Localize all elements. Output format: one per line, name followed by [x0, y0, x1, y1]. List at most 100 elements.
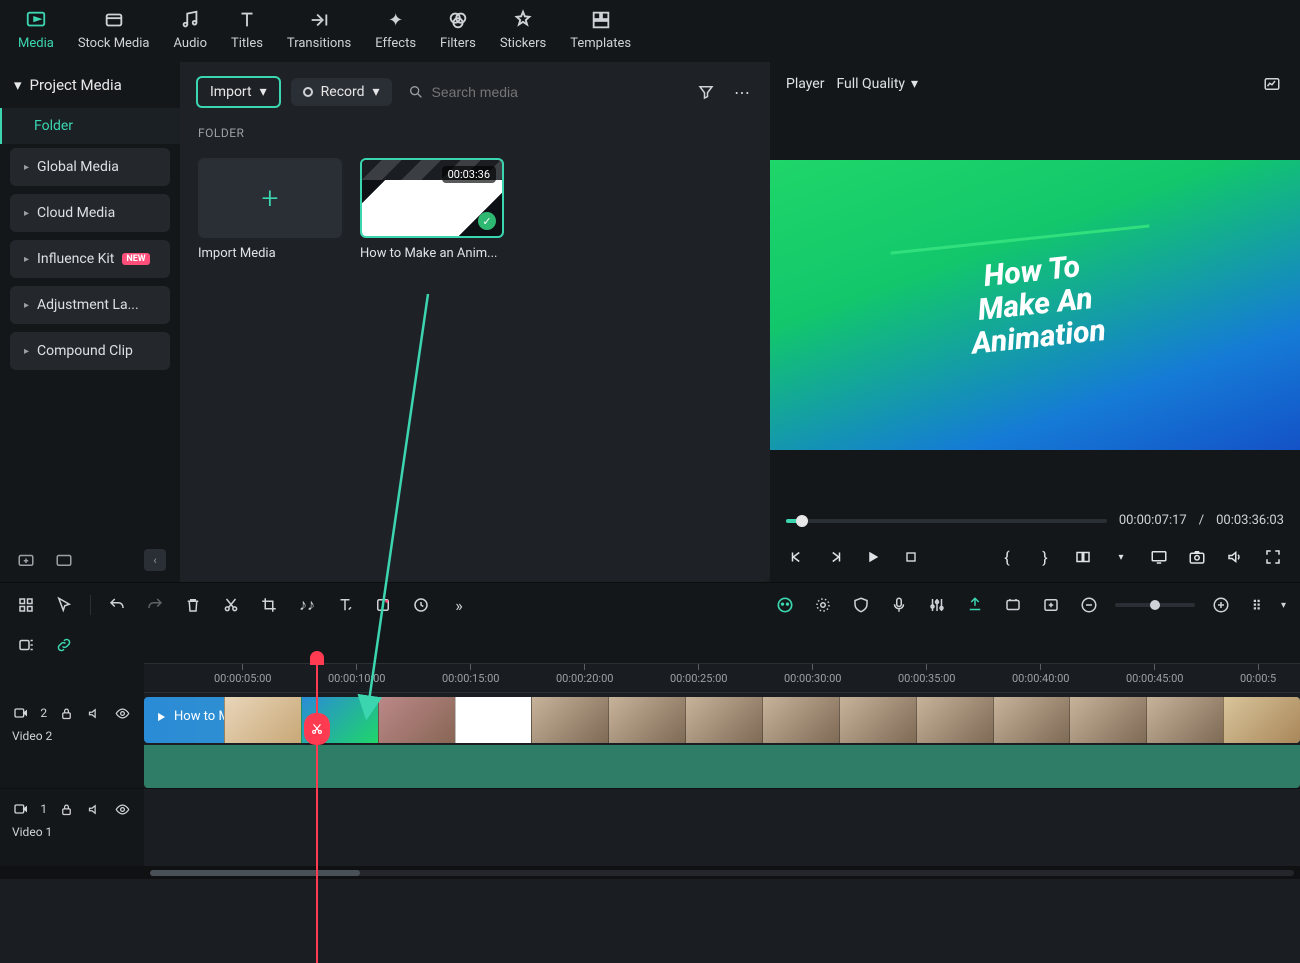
snapshot-icon[interactable]: [1186, 546, 1208, 568]
sidebar-header[interactable]: ▾ Project Media: [0, 62, 180, 108]
display-icon[interactable]: [1148, 546, 1170, 568]
progress-thumb[interactable]: [796, 515, 808, 527]
tab-effects[interactable]: ✦ Effects: [375, 6, 416, 51]
histogram-icon[interactable]: [1260, 72, 1284, 96]
shield-icon[interactable]: [849, 593, 873, 617]
prev-frame-button[interactable]: [786, 546, 808, 568]
mixer-icon[interactable]: [925, 593, 949, 617]
cut-icon[interactable]: [219, 593, 243, 617]
redo-icon[interactable]: [143, 593, 167, 617]
sidebar-item-compound-clip[interactable]: ▸Compound Clip: [10, 332, 170, 370]
video-track-icon[interactable]: [12, 701, 30, 725]
playhead-cut-button[interactable]: [304, 713, 330, 745]
mark-in-button[interactable]: {: [996, 546, 1018, 568]
ai-icon[interactable]: [773, 593, 797, 617]
tab-label: Stickers: [500, 36, 546, 51]
top-tabs: Media Stock Media Audio Titles Transitio…: [0, 0, 1300, 62]
mute-icon[interactable]: [85, 797, 103, 821]
fullscreen-icon[interactable]: [1262, 546, 1284, 568]
new-folder-icon[interactable]: [14, 548, 38, 572]
grid-icon[interactable]: [14, 593, 38, 617]
lock-icon[interactable]: [57, 701, 75, 725]
tab-titles[interactable]: Titles: [231, 6, 263, 51]
eye-icon[interactable]: [114, 701, 132, 725]
search-wrap: [408, 84, 592, 100]
zoom-in-icon[interactable]: [1209, 593, 1233, 617]
tab-media[interactable]: Media: [18, 6, 54, 51]
templates-icon: [587, 6, 615, 34]
player-progress: 00:00:07:17 / 00:03:36:03: [770, 503, 1300, 538]
keyframe-icon[interactable]: [371, 593, 395, 617]
track-height-icon[interactable]: [1247, 593, 1271, 617]
tab-stock-media[interactable]: Stock Media: [78, 6, 150, 51]
sidebar-item-cloud-media[interactable]: ▸Cloud Media: [10, 194, 170, 232]
link-icon[interactable]: [52, 633, 76, 657]
layout-icon[interactable]: [1072, 546, 1094, 568]
tab-templates[interactable]: Templates: [570, 6, 631, 51]
tab-stickers[interactable]: Stickers: [500, 6, 546, 51]
next-frame-button[interactable]: [824, 546, 846, 568]
marker-icon[interactable]: [963, 593, 987, 617]
stock-icon: [100, 6, 128, 34]
record-button[interactable]: Record▾: [291, 78, 392, 106]
sidebar-item-influence-kit[interactable]: ▸Influence KitNEW: [10, 240, 170, 278]
playhead-knob[interactable]: [310, 651, 324, 665]
import-media-label: Import Media: [198, 246, 342, 261]
track-gutter: 2 Video 2: [0, 693, 144, 788]
timeline-toolbar: ♪♪ » ▾: [0, 582, 1300, 627]
tab-filters[interactable]: Filters: [440, 6, 476, 51]
sidebar-folder-active[interactable]: Folder: [0, 108, 180, 144]
quality-dropdown[interactable]: Full Quality▾: [836, 76, 918, 92]
media-clip-card[interactable]: 00:03:36 ✓ How to Make an Anim...: [360, 158, 504, 261]
crop-icon[interactable]: [257, 593, 281, 617]
adjust-icon[interactable]: [1001, 593, 1025, 617]
zoom-slider[interactable]: [1115, 603, 1195, 607]
text-icon[interactable]: [333, 593, 357, 617]
import-media-card[interactable]: + Import Media: [198, 158, 342, 261]
volume-icon[interactable]: [1224, 546, 1246, 568]
render-icon[interactable]: [811, 593, 835, 617]
mark-out-button[interactable]: }: [1034, 546, 1056, 568]
speed-icon[interactable]: [409, 593, 433, 617]
hscroll-track[interactable]: [150, 870, 1294, 876]
separator: [90, 595, 91, 615]
ruler-tick: 00:00:30:00: [784, 664, 841, 692]
delete-icon[interactable]: [181, 593, 205, 617]
progress-slider[interactable]: [786, 519, 1107, 523]
more-icon[interactable]: ⋯: [730, 80, 754, 104]
collapse-sidebar-button[interactable]: ‹: [144, 549, 166, 571]
video-track-icon[interactable]: [12, 797, 30, 821]
lock-icon[interactable]: [57, 797, 75, 821]
timeline-body: 2 Video 2 How to Make an Animation: [0, 693, 1300, 879]
zoom-out-icon[interactable]: [1077, 593, 1101, 617]
sidebar-item-global-media[interactable]: ▸Global Media: [10, 148, 170, 186]
more-tools-icon[interactable]: »: [447, 593, 471, 617]
eye-icon[interactable]: [114, 797, 132, 821]
undo-icon[interactable]: [105, 593, 129, 617]
zoom-knob[interactable]: [1150, 600, 1160, 610]
search-input[interactable]: [432, 84, 592, 100]
play-button[interactable]: [862, 546, 884, 568]
track-name: Video 1: [12, 825, 132, 839]
track-add-icon[interactable]: [14, 633, 38, 657]
tab-transitions[interactable]: Transitions: [287, 6, 351, 51]
mic-icon[interactable]: [887, 593, 911, 617]
chevron-down-icon[interactable]: ▾: [1281, 600, 1286, 611]
sidebar-item-adjustment-layer[interactable]: ▸Adjustment La...: [10, 286, 170, 324]
import-button[interactable]: Import▾: [196, 76, 281, 108]
audio-edit-icon[interactable]: ♪♪: [295, 593, 319, 617]
chevron-down-icon: ▾: [373, 84, 380, 100]
media-panel: Import▾ Record▾ ⋯ FOLDER + Import Media …: [180, 62, 770, 582]
hscroll-thumb[interactable]: [150, 870, 360, 876]
chevron-down-icon[interactable]: ▾: [1110, 546, 1132, 568]
stop-button[interactable]: [900, 546, 922, 568]
filter-icon[interactable]: [694, 80, 718, 104]
preview-video[interactable]: How To Make An Animation: [770, 160, 1300, 450]
clip-duration: 00:03:36: [442, 166, 496, 183]
tab-audio[interactable]: Audio: [174, 6, 207, 51]
playhead[interactable]: [316, 663, 318, 963]
mute-icon[interactable]: [85, 701, 103, 725]
pointer-icon[interactable]: [52, 593, 76, 617]
folder-icon[interactable]: [52, 548, 76, 572]
plus-frame-icon[interactable]: [1039, 593, 1063, 617]
